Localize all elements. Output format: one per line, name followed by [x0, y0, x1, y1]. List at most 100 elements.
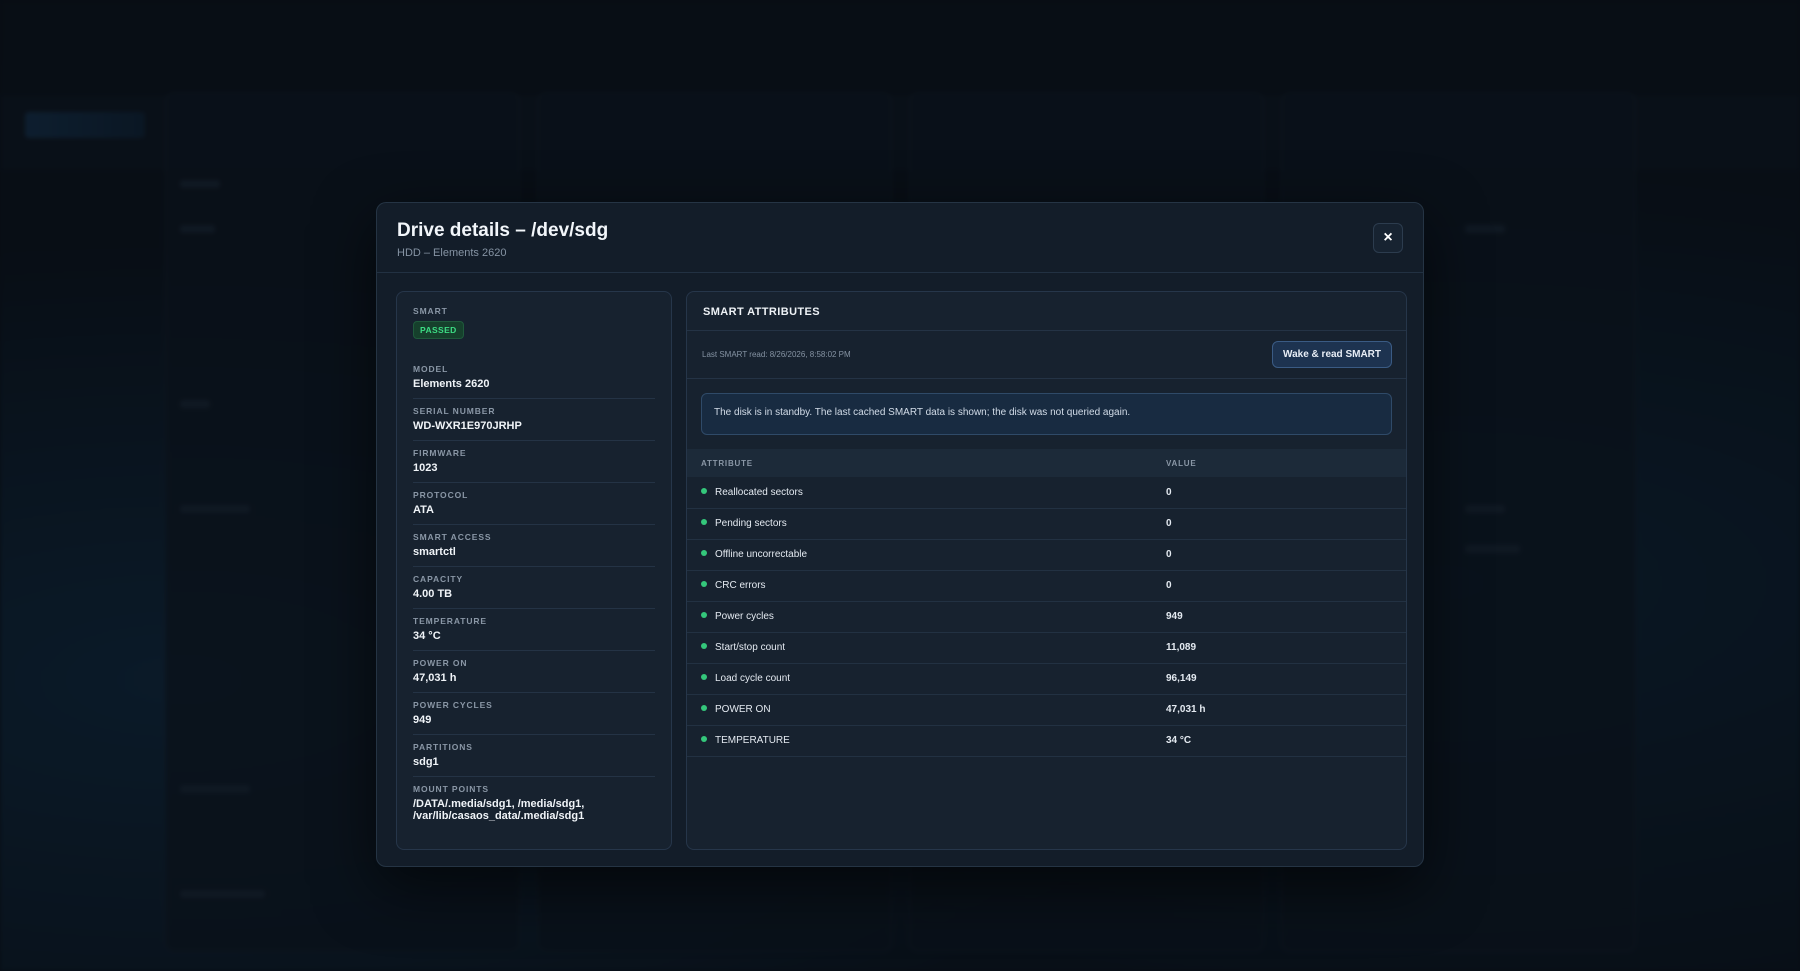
table-row: CRC errors 0 [687, 570, 1406, 602]
table-row: Reallocated sectors 0 [687, 477, 1406, 509]
drive-details-modal: Drive details – /dev/sdg HDD – Elements … [376, 202, 1424, 867]
modal-title: Drive details – /dev/sdg [397, 220, 609, 241]
field-value: 949 [413, 714, 432, 726]
drive-info-panel: SMART PASSED MODEL Elements 2620 SERIAL NU… [396, 291, 672, 850]
attribute-value: 0 [1166, 570, 1406, 602]
attribute-cell: CRC errors [687, 570, 1166, 602]
field-label: MODEL [413, 364, 449, 374]
status-dot-icon [701, 550, 707, 557]
detail-field: POWER ON 47,031 h [413, 651, 655, 693]
drive-fields: MODEL Elements 2620 SERIAL NUMBER WD-WXR1E9… [413, 357, 655, 830]
attribute-cell: POWER ON [687, 694, 1166, 726]
close-button[interactable]: × [1373, 223, 1403, 253]
smart-status-field: SMART PASSED [413, 306, 655, 357]
status-dot-icon [701, 736, 707, 743]
field-value: sdg1 [413, 756, 439, 768]
field-label: PROTOCOL [413, 490, 469, 500]
smart-attributes-table: ATTRIBUTE VALUE Reallocated sectors 0 Pend… [687, 449, 1406, 757]
attribute-name: CRC errors [715, 580, 766, 591]
table-row: POWER ON 47,031 h [687, 694, 1406, 726]
attribute-value: 47,031 h [1166, 694, 1406, 726]
table-header-row: ATTRIBUTE VALUE [687, 449, 1406, 477]
field-value: ATA [413, 504, 434, 516]
detail-field: PARTITIONS sdg1 [413, 735, 655, 777]
last-read-timestamp: Last SMART read: 8/26/2026, 8:58:02 PM [702, 350, 851, 359]
status-dot-icon [701, 612, 707, 619]
attribute-value: 949 [1166, 601, 1406, 633]
table-body: Reallocated sectors 0 Pending sectors 0 Offl… [687, 477, 1406, 757]
field-value: Elements 2620 [413, 378, 490, 390]
attribute-cell: Pending sectors [687, 508, 1166, 540]
field-label: POWER CYCLES [413, 700, 493, 710]
attribute-cell: Start/stop count [687, 632, 1166, 664]
attribute-name: Start/stop count [715, 642, 786, 653]
status-dot-icon [701, 488, 707, 495]
field-value: WD-WXR1E970JRHP [413, 420, 522, 432]
field-label: PARTITIONS [413, 742, 473, 752]
attribute-name: TEMPERATURE [715, 735, 790, 746]
field-value: 4.00 TB [413, 588, 453, 600]
table-row: Power cycles 949 [687, 601, 1406, 633]
field-label: SMART [413, 306, 448, 316]
smart-attributes-panel: SMART ATTRIBUTES Last SMART read: 8/26/2… [686, 291, 1407, 850]
attribute-cell: Load cycle count [687, 663, 1166, 695]
attribute-cell: Reallocated sectors [687, 477, 1166, 509]
attribute-name: Power cycles [715, 611, 774, 622]
field-value: 34 °C [413, 630, 441, 642]
attribute-cell: TEMPERATURE [687, 725, 1166, 757]
detail-field: FIRMWARE 1023 [413, 441, 655, 483]
status-dot-icon [701, 581, 707, 588]
standby-notice: The disk is in standby. The last cached … [701, 393, 1392, 435]
field-label: CAPACITY [413, 574, 464, 584]
detail-field: PROTOCOL ATA [413, 483, 655, 525]
field-label: TEMPERATURE [413, 616, 487, 626]
attribute-value: 34 °C [1166, 725, 1406, 757]
detail-field: SMART ACCESS smartctl [413, 525, 655, 567]
attribute-name: Load cycle count [715, 673, 791, 684]
field-label: POWER ON [413, 658, 468, 668]
attribute-name: POWER ON [715, 704, 771, 715]
field-value: /DATA/.media/sdg1, /media/sdg1, /var/lib… [413, 798, 585, 822]
table-row: Load cycle count 96,149 [687, 663, 1406, 695]
status-dot-icon [701, 705, 707, 712]
table-row: Offline uncorrectable 0 [687, 539, 1406, 571]
detail-field: MODEL Elements 2620 [413, 357, 655, 399]
table-row: TEMPERATURE 34 °C [687, 725, 1406, 757]
column-header-attribute: ATTRIBUTE [687, 449, 1166, 477]
attribute-value: 0 [1166, 539, 1406, 571]
wake-read-smart-button[interactable]: Wake & read SMART [1272, 341, 1392, 368]
field-value: smartctl [413, 546, 456, 558]
field-label: SMART ACCESS [413, 532, 492, 542]
close-icon: × [1383, 229, 1393, 246]
attribute-value: 0 [1166, 508, 1406, 540]
modal-subtitle: HDD – Elements 2620 [397, 247, 507, 259]
field-value: 1023 [413, 462, 438, 474]
attribute-value: 11,089 [1166, 632, 1406, 664]
modal-header: Drive details – /dev/sdg HDD – Elements … [377, 203, 1423, 273]
field-value: 47,031 h [413, 672, 457, 684]
table-row: Pending sectors 0 [687, 508, 1406, 540]
field-label: SERIAL NUMBER [413, 406, 496, 416]
status-dot-icon [701, 674, 707, 681]
column-header-value: VALUE [1166, 449, 1406, 477]
attribute-value: 96,149 [1166, 663, 1406, 695]
attribute-cell: Power cycles [687, 601, 1166, 633]
smart-attributes-heading: SMART ATTRIBUTES [687, 292, 1406, 331]
attribute-value: 0 [1166, 477, 1406, 509]
detail-field: TEMPERATURE 34 °C [413, 609, 655, 651]
detail-field: CAPACITY 4.00 TB [413, 567, 655, 609]
detail-field: MOUNT POINTS/DATA/.media/sdg1, /media/sd… [413, 777, 655, 830]
detail-field: SERIAL NUMBER WD-WXR1E970JRHP [413, 399, 655, 441]
attribute-name: Offline uncorrectable [715, 549, 808, 560]
status-dot-icon [701, 643, 707, 650]
status-dot-icon [701, 519, 707, 526]
smart-toolbar: Last SMART read: 8/26/2026, 8:58:02 PM W… [687, 331, 1406, 379]
smart-status-badge: PASSED [413, 321, 464, 339]
table-row: Start/stop count 11,089 [687, 632, 1406, 664]
attribute-cell: Offline uncorrectable [687, 539, 1166, 571]
field-label: MOUNT POINTS [413, 784, 489, 794]
attribute-name: Reallocated sectors [715, 486, 803, 498]
detail-field: POWER CYCLES 949 [413, 693, 655, 735]
field-label: FIRMWARE [413, 448, 467, 458]
attribute-name: Pending sectors [715, 518, 787, 529]
